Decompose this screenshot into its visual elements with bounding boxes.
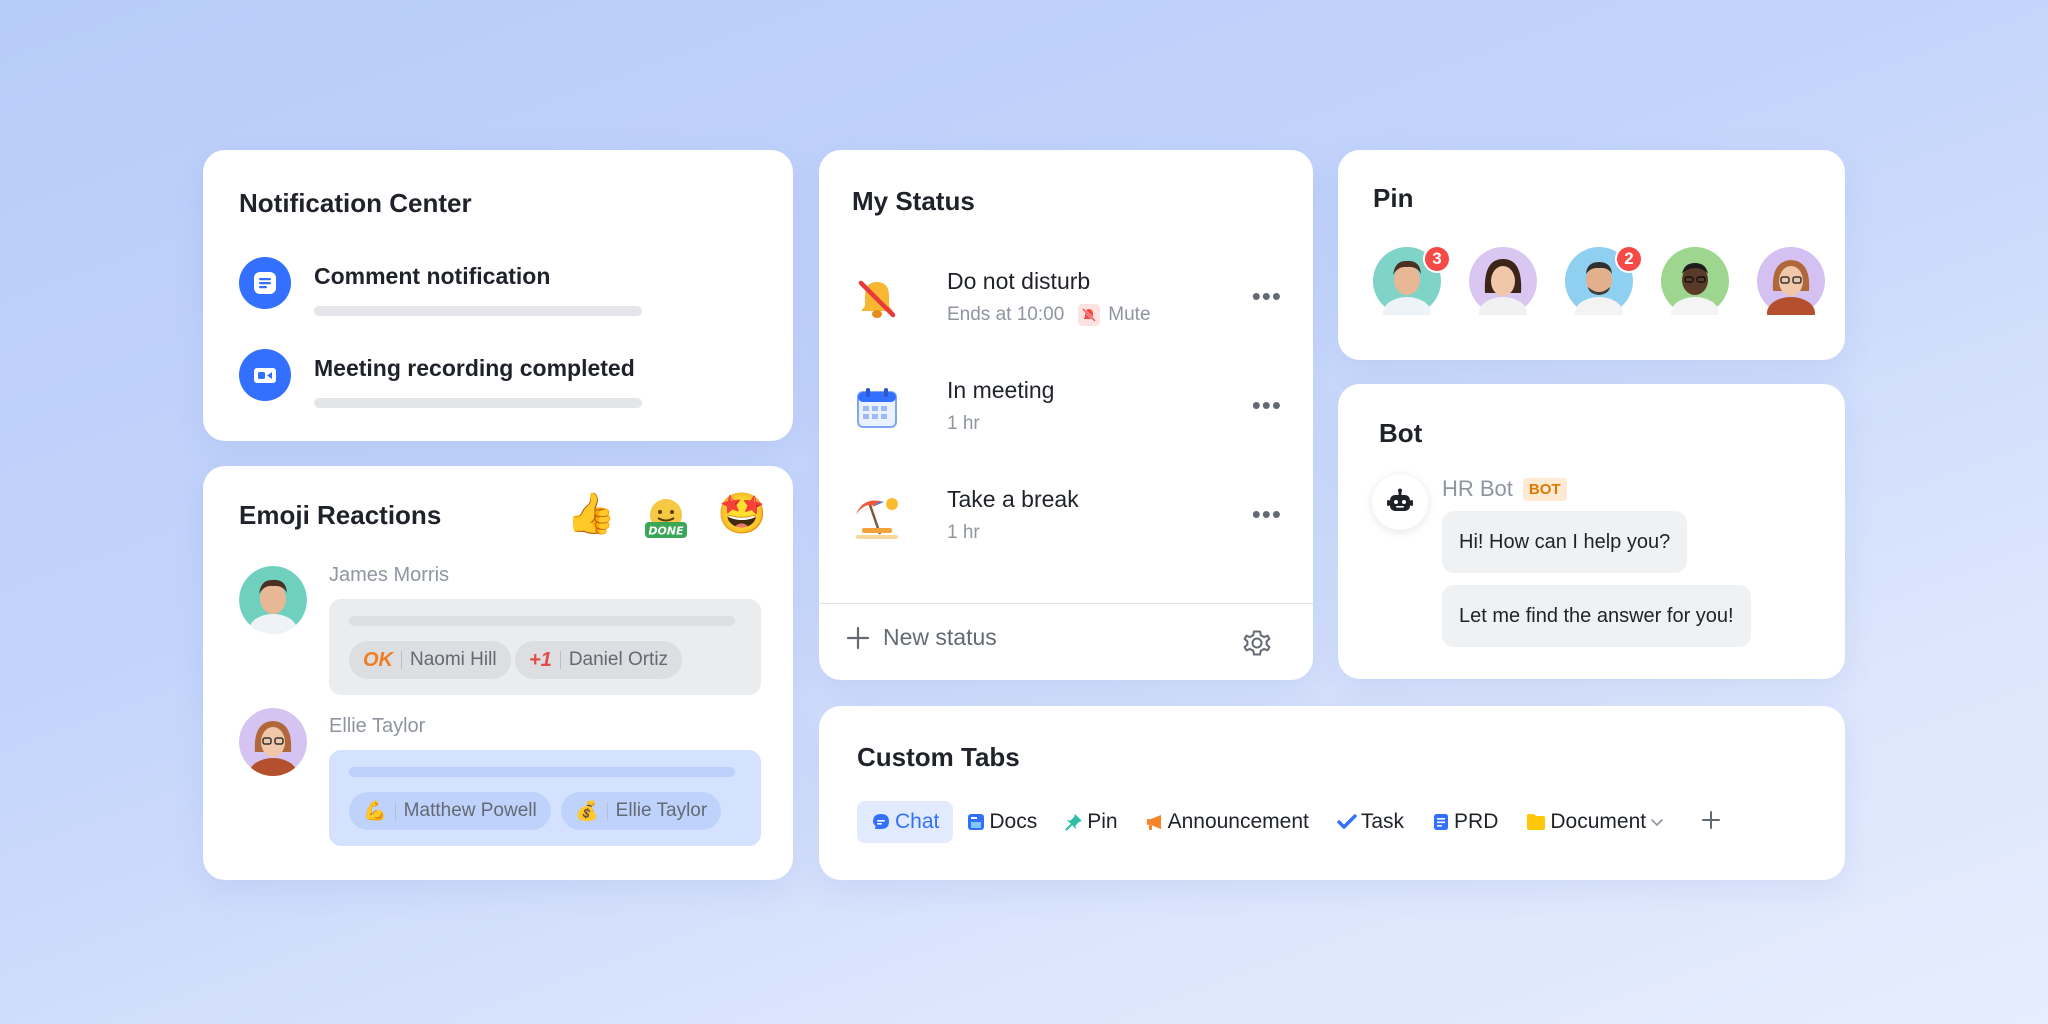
- plus-icon: [846, 626, 870, 649]
- message-placeholder-bar: [349, 767, 735, 777]
- status-item-in-meeting[interactable]: In meeting 1 hr •••: [852, 369, 1282, 449]
- status-label: Do not disturb: [947, 268, 1091, 294]
- bot-name: HR Bot BOT: [1442, 476, 1567, 502]
- chat-bubble-icon: [873, 814, 889, 829]
- money-bag-emoji-icon: 💰: [575, 801, 599, 822]
- reaction-user: Daniel Ortiz: [568, 649, 669, 670]
- check-icon: [1337, 814, 1357, 829]
- notification-center-title: Notification Center: [239, 188, 472, 218]
- notification-label: Meeting recording completed: [314, 355, 635, 381]
- message-author: James Morris: [329, 564, 450, 586]
- tab-chat[interactable]: Chat: [857, 801, 954, 843]
- more-options-icon[interactable]: •••: [1252, 501, 1282, 527]
- message-bubble: OK Naomi Hill +1 Daniel Ortiz: [329, 599, 761, 695]
- status-duration: 1 hr: [947, 413, 980, 434]
- notification-placeholder-bar: [314, 306, 642, 316]
- pinned-avatar[interactable]: 2: [1565, 245, 1643, 329]
- pin-card: Pin 3 2: [1338, 150, 1845, 360]
- reaction-user: Naomi Hill: [410, 649, 497, 670]
- pin-title: Pin: [1373, 183, 1414, 213]
- reaction-chip[interactable]: OK Naomi Hill: [349, 641, 511, 679]
- reaction-chip[interactable]: +1 Daniel Ortiz: [515, 641, 683, 679]
- tab-bar: Chat Docs Pin Announcement Task PRD Docu…: [857, 801, 1722, 843]
- notification-label: Comment notification: [314, 263, 551, 289]
- reaction-user: Ellie Taylor: [615, 800, 708, 821]
- pin-icon: [1065, 814, 1083, 831]
- plus-one-emoji-icon: +1: [529, 648, 552, 671]
- message-placeholder-bar: [349, 616, 735, 626]
- my-status-card: My Status Do not disturb Ends at 10:00 M…: [819, 150, 1313, 680]
- status-item-take-a-break[interactable]: Take a break 1 hr •••: [852, 478, 1282, 558]
- folder-icon: [1527, 814, 1546, 830]
- tab-pin[interactable]: Pin: [1051, 801, 1131, 843]
- custom-tabs-card: Custom Tabs Chat Docs Pin Announcement T…: [819, 706, 1845, 880]
- status-duration: 1 hr: [947, 522, 980, 543]
- avatar-james-morris[interactable]: [239, 566, 307, 634]
- svg-text:DONE: DONE: [648, 525, 684, 538]
- pinned-avatar[interactable]: 3: [1373, 245, 1451, 329]
- reaction-chip[interactable]: 💪 Matthew Powell: [349, 792, 551, 830]
- status-label: Take a break: [947, 486, 1079, 512]
- emoji-reactions-title: Emoji Reactions: [239, 500, 442, 530]
- status-end-time: Ends at 10:00: [947, 304, 1065, 325]
- unread-count-badge: 2: [1615, 245, 1643, 273]
- bot-message: Let me find the answer for you!: [1442, 585, 1751, 647]
- add-tab-button[interactable]: [1700, 808, 1722, 836]
- mute-indicator: Mute: [1078, 304, 1151, 326]
- pinned-avatar[interactable]: [1757, 247, 1825, 329]
- chevron-down-icon: [1651, 819, 1663, 827]
- flexed-biceps-emoji-icon: 💪: [363, 801, 387, 822]
- thumbs-up-emoji-icon[interactable]: 👍: [566, 490, 616, 538]
- mute-icon: [1078, 304, 1101, 326]
- unread-count-badge: 3: [1423, 245, 1451, 273]
- tab-document[interactable]: Document: [1512, 801, 1678, 843]
- my-status-title: My Status: [852, 186, 975, 216]
- custom-tabs-title: Custom Tabs: [857, 742, 1020, 772]
- robot-icon[interactable]: [1372, 474, 1428, 530]
- gear-icon[interactable]: [1241, 627, 1273, 659]
- more-options-icon[interactable]: •••: [1252, 283, 1282, 309]
- status-sub: Ends at 10:00 Mute: [947, 304, 1151, 326]
- document-icon: [1434, 814, 1449, 830]
- pinned-avatar[interactable]: [1661, 247, 1729, 329]
- message-bubble: 💪 Matthew Powell 💰 Ellie Taylor: [329, 750, 761, 846]
- plus-icon: [1702, 811, 1721, 829]
- bot-card: Bot HR Bot BOT Hi! How can I help you? L…: [1338, 384, 1845, 679]
- video-camera-icon: [239, 349, 291, 401]
- tab-docs[interactable]: Docs: [953, 801, 1051, 843]
- bell-muted-icon: [852, 274, 902, 324]
- done-emoji-icon[interactable]: DONE: [643, 496, 689, 542]
- star-struck-emoji-icon[interactable]: 🤩: [717, 490, 767, 538]
- notification-placeholder-bar: [314, 398, 642, 408]
- notification-center-card: Notification Center Comment notification…: [203, 150, 793, 441]
- beach-umbrella-icon: [852, 492, 902, 542]
- more-options-icon[interactable]: •••: [1252, 392, 1282, 418]
- tab-prd[interactable]: PRD: [1418, 801, 1512, 843]
- status-label: In meeting: [947, 377, 1055, 403]
- status-item-do-not-disturb[interactable]: Do not disturb Ends at 10:00 Mute •••: [852, 260, 1282, 340]
- emoji-reactions-card: Emoji Reactions 👍 DONE 🤩 James Morris OK…: [203, 466, 793, 880]
- tab-announcement[interactable]: Announcement: [1132, 801, 1323, 843]
- new-status-label: New status: [883, 624, 997, 650]
- docs-icon: [968, 814, 985, 830]
- reaction-user: Matthew Powell: [403, 800, 537, 821]
- reaction-chip[interactable]: 💰 Ellie Taylor: [561, 792, 722, 830]
- tab-task[interactable]: Task: [1323, 801, 1418, 843]
- divider: [819, 603, 1313, 604]
- pinned-avatar[interactable]: [1469, 247, 1537, 329]
- message-author: Ellie Taylor: [329, 715, 426, 737]
- megaphone-icon: [1146, 815, 1161, 830]
- calendar-icon: [852, 383, 902, 433]
- bot-tag-badge: BOT: [1522, 477, 1567, 501]
- document-lines-icon: [239, 257, 291, 309]
- new-status-button[interactable]: New status: [845, 624, 997, 651]
- ok-emoji-icon: OK: [363, 648, 393, 671]
- bot-message: Hi! How can I help you?: [1442, 511, 1688, 573]
- avatar-ellie-taylor[interactable]: [239, 708, 307, 776]
- bot-title: Bot: [1379, 418, 1423, 448]
